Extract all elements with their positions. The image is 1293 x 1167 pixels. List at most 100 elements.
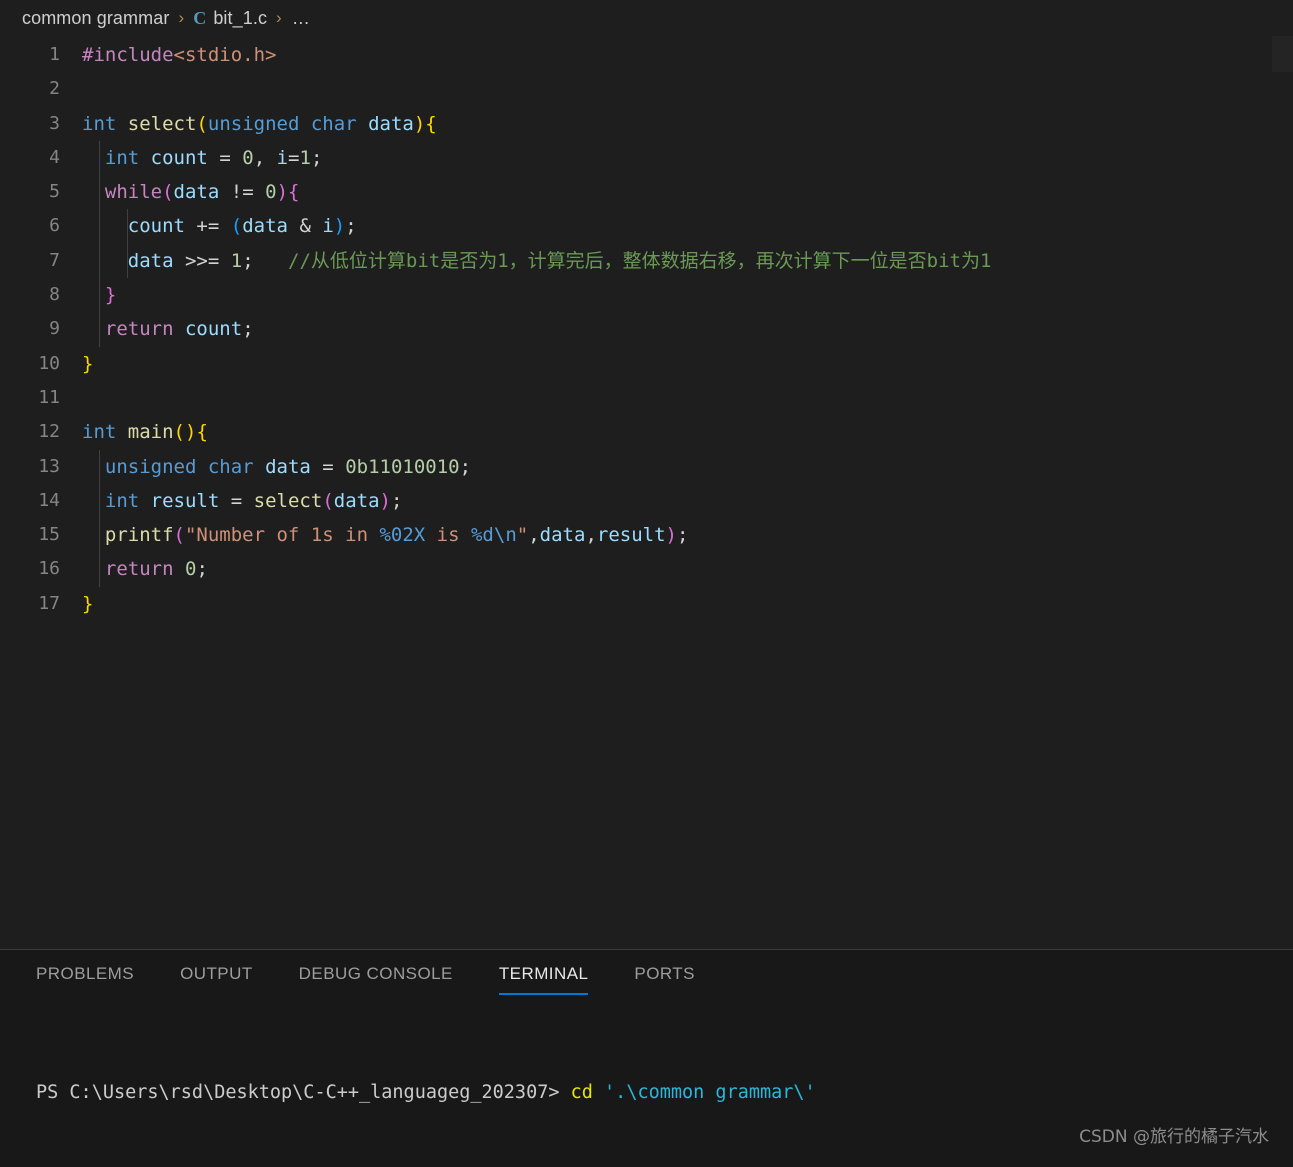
token-unsigned: unsigned xyxy=(104,455,197,478)
code-line: 16 return 0; xyxy=(0,552,1293,588)
breadcrumb-folder[interactable]: common grammar xyxy=(22,8,169,29)
token-bracket: ) xyxy=(413,112,426,135)
line-number: 5 xyxy=(49,181,60,203)
line-number: 14 xyxy=(38,489,60,511)
line-text[interactable]: } xyxy=(82,278,1293,313)
line-text[interactable]: int count = 0, i=1; xyxy=(82,140,1293,176)
token-bracket: ) xyxy=(379,489,391,512)
token-unsigned: unsigned xyxy=(207,112,300,135)
line-text[interactable]: while(data != 0){ xyxy=(82,175,1293,210)
line-text[interactable]: int select(unsigned char data){ xyxy=(82,107,1293,141)
line-text[interactable]: } xyxy=(82,347,1293,381)
token-bracket: ( xyxy=(322,489,334,512)
tab-terminal[interactable]: TERMINAL xyxy=(498,959,589,995)
token-function-call: select xyxy=(253,489,323,512)
c-file-icon: C xyxy=(193,7,207,28)
tab-ports[interactable]: PORTS xyxy=(634,959,695,993)
token-variable: count xyxy=(150,146,208,169)
token-semicolon: ; xyxy=(310,146,323,169)
token-bracket: } xyxy=(82,352,94,375)
token-number: 0 xyxy=(242,146,254,169)
line-number: 9 xyxy=(49,318,60,340)
code-editor[interactable]: 1 #include<stdio.h> 2 3 int select(unsig… xyxy=(0,36,1293,949)
token-number: 0 xyxy=(265,181,277,204)
line-text[interactable]: data >>= 1; //从低位计算bit是否为1，计算完后，整体数据右移，再… xyxy=(82,243,1293,279)
token-semicolon: ; xyxy=(676,524,689,547)
token-comma: , xyxy=(253,146,266,169)
line-number: 16 xyxy=(38,558,60,580)
token-int: int xyxy=(104,146,140,169)
code-line: 10 } xyxy=(0,347,1293,381)
token-format-spec: %02X xyxy=(379,524,426,547)
token-function-name: select xyxy=(127,112,197,135)
token-while: while xyxy=(104,181,163,204)
line-number: 11 xyxy=(38,386,60,408)
token-operator: >>= xyxy=(184,249,220,272)
line-text[interactable] xyxy=(82,381,1293,415)
token-operator: = xyxy=(219,146,231,169)
token-semicolon: ; xyxy=(242,249,254,272)
tab-debug-console[interactable]: DEBUG CONSOLE xyxy=(299,959,453,993)
code-line: 17 } xyxy=(0,587,1293,621)
vscode-window: common grammar › C bit_1.c › … 1 #includ… xyxy=(0,0,1293,1167)
line-text[interactable]: int main(){ xyxy=(82,415,1293,449)
token-bracket: } xyxy=(82,592,94,615)
tab-problems[interactable]: PROBLEMS xyxy=(36,959,134,993)
terminal-output[interactable]: PS C:\Users\rsd\Desktop\C-C++_languageg_… xyxy=(0,1002,1293,1167)
token-param: data xyxy=(368,112,414,135)
code-line: 13 unsigned char data = 0b11010010; xyxy=(0,449,1293,485)
token-comma: , xyxy=(585,524,597,547)
code-line: 7 data >>= 1; //从低位计算bit是否为1，计算完后，整体数据右移… xyxy=(0,243,1293,279)
code-line: 14 int result = select(data); xyxy=(0,483,1293,519)
token-variable: data xyxy=(242,215,288,238)
line-text[interactable] xyxy=(82,72,1293,106)
token-escape: \n xyxy=(493,524,517,547)
token-number: 0 xyxy=(184,558,197,581)
breadcrumb-file[interactable]: bit_1.c xyxy=(213,8,267,29)
code-line: 6 count += (data & i); xyxy=(0,209,1293,245)
line-number: 17 xyxy=(38,592,60,614)
line-text[interactable]: return 0; xyxy=(82,552,1293,588)
token-string: "Number of 1s in xyxy=(184,524,380,547)
code-content[interactable]: 1 #include<stdio.h> 2 3 int select(unsig… xyxy=(0,36,1293,621)
token-bracket: ) xyxy=(185,421,197,444)
line-text[interactable]: #include<stdio.h> xyxy=(82,38,1293,72)
chevron-right-icon: › xyxy=(178,8,185,27)
line-number: 13 xyxy=(38,455,60,477)
line-text[interactable]: count += (data & i); xyxy=(82,209,1293,245)
tab-output[interactable]: OUTPUT xyxy=(180,959,253,993)
line-number: 15 xyxy=(38,524,60,546)
token-bracket: ( xyxy=(173,524,185,547)
code-line: 4 int count = 0, i=1; xyxy=(0,140,1293,176)
breadcrumb[interactable]: common grammar › C bit_1.c › … xyxy=(0,0,1293,36)
line-text[interactable]: return count; xyxy=(82,312,1293,347)
token-format-spec: %d xyxy=(470,524,494,547)
token-function-call: printf xyxy=(104,524,174,547)
line-number: 12 xyxy=(38,421,60,443)
token-char: char xyxy=(310,112,357,135)
line-number: 3 xyxy=(49,112,60,134)
token-string: is xyxy=(425,524,471,547)
token-variable: count xyxy=(184,318,243,341)
terminal-argument: '.\common grammar\' xyxy=(604,1082,816,1103)
token-char: char xyxy=(207,455,254,478)
token-semicolon: ; xyxy=(196,558,208,581)
token-bracket: ) xyxy=(276,181,289,204)
line-text[interactable]: } xyxy=(82,587,1293,621)
token-number: 1 xyxy=(299,146,311,169)
token-variable: data xyxy=(127,249,174,272)
token-bracket: ) xyxy=(333,215,346,238)
token-operator: += xyxy=(196,215,220,238)
token-semicolon: ; xyxy=(390,489,403,512)
code-line: 12 int main(){ xyxy=(0,415,1293,449)
line-number: 10 xyxy=(38,352,60,374)
line-text[interactable]: unsigned char data = 0b11010010; xyxy=(82,449,1293,485)
line-text[interactable]: int result = select(data); xyxy=(82,483,1293,519)
token-operator: & xyxy=(299,215,311,238)
line-text[interactable]: printf("Number of 1s in %02X is %d\n",da… xyxy=(82,518,1293,553)
code-line: 2 xyxy=(0,72,1293,106)
line-number: 2 xyxy=(49,78,60,100)
token-bracket: { xyxy=(425,112,437,135)
breadcrumb-overflow[interactable]: … xyxy=(292,8,310,29)
token-variable: result xyxy=(150,489,220,512)
